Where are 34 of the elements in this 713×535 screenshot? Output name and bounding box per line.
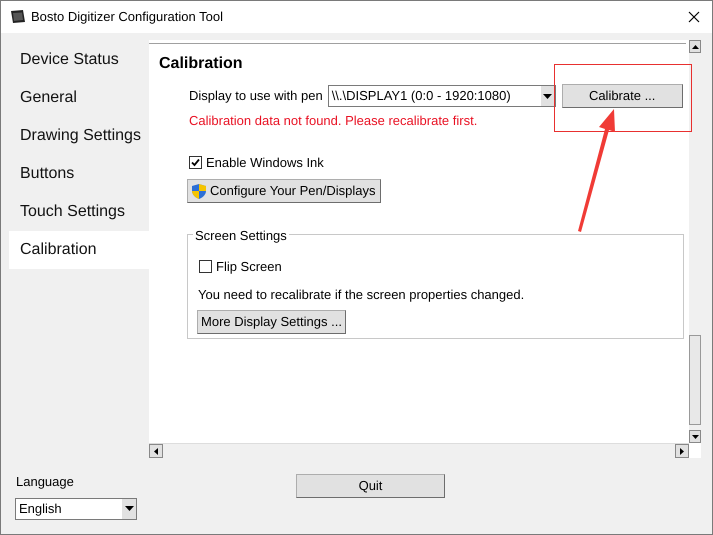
close-icon[interactable] [688,11,700,23]
field-label: Display to use with pen [189,87,323,106]
sidebar-item[interactable]: Buttons [9,155,149,193]
horizontal-scrollbar[interactable] [149,443,689,458]
scroll-thumb[interactable] [689,335,701,425]
checkbox[interactable] [199,260,212,274]
language-dropdown[interactable]: English [15,498,137,520]
display-dropdown[interactable]: \\.\DISPLAY1 (0:0 - 1920:1080) [328,85,556,107]
note-text: You need to recalibrate if the screen properties changed. [198,286,526,304]
up-arrow-icon[interactable] [692,44,698,48]
vertical-scrollbar[interactable] [689,40,701,443]
section-heading: Calibration [159,54,244,74]
checkbox-label: Enable Windows Ink [206,154,324,172]
shield-icon [192,184,206,198]
sidebar-item[interactable]: Device Status [9,41,149,79]
quit-button[interactable]: Quit [296,474,445,498]
app-icon [10,10,25,24]
caret-icon[interactable] [540,86,555,106]
sidebar-item[interactable]: General [9,79,149,117]
checkbox[interactable] [189,156,202,169]
right-arrow-icon[interactable] [680,448,684,454]
left-arrow-icon[interactable] [154,448,158,454]
configure-button[interactable]: Configure Your Pen/Displays [187,179,381,203]
error-message: Calibration data not found. Please recalibrate first. [189,112,478,130]
sidebar-item[interactable]: Drawing Settings [9,117,149,155]
checkbox-label: Flip Screen [216,258,282,276]
calibrate-button[interactable]: Calibrate ... [562,84,683,108]
down-arrow-icon[interactable] [692,434,698,438]
window-title: Bosto Digitizer Configuration Tool [31,8,223,26]
field-label: Language [16,473,75,491]
caret-icon[interactable] [122,498,136,518]
sidebar-item[interactable]: Touch Settings [9,193,149,231]
more-display-settings-button[interactable]: More Display Settings ... [197,310,346,334]
sidebar-item[interactable]: Calibration [9,231,149,269]
